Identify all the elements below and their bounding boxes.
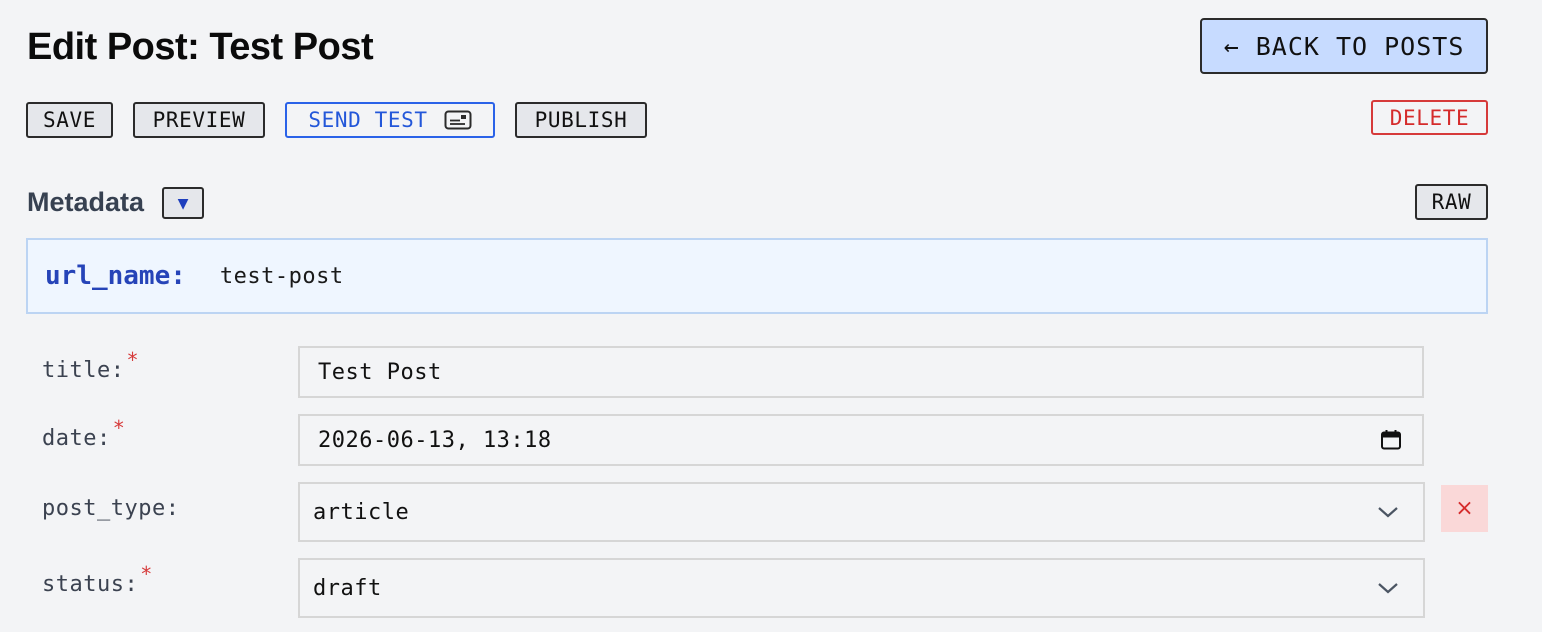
date-input-value: 2026-06-13, 13:18: [318, 427, 552, 453]
status-select-value: draft: [313, 575, 382, 601]
send-card-icon: [444, 110, 472, 130]
url-name-value: test-post: [219, 263, 344, 289]
chevron-down-icon: [1378, 507, 1398, 518]
back-to-posts-button[interactable]: ← BACK TO POSTS: [1200, 18, 1488, 74]
post-type-select[interactable]: article: [298, 482, 1425, 542]
title-label: title: *: [42, 348, 139, 383]
delete-button[interactable]: DELETE: [1371, 100, 1488, 135]
save-button[interactable]: SAVE: [26, 102, 113, 138]
edit-post-page: Edit Post: Test Post ← BACK TO POSTS SAV…: [0, 0, 1542, 632]
status-select[interactable]: draft: [298, 558, 1425, 618]
status-label-text: status:: [42, 572, 139, 597]
title-required-marker: *: [126, 348, 140, 372]
url-name-row: url_name: test-post: [26, 238, 1488, 314]
post-type-label: post_type:: [42, 496, 179, 521]
title-label-text: title:: [42, 358, 125, 383]
date-label-text: date:: [42, 426, 111, 451]
metadata-section-title: Metadata: [27, 187, 145, 217]
remove-post-type-button[interactable]: ×: [1441, 485, 1488, 532]
send-test-button[interactable]: SEND TEST: [285, 102, 495, 138]
raw-button[interactable]: RAW: [1415, 184, 1488, 220]
chevron-down-icon: [1378, 583, 1398, 594]
publish-button[interactable]: PUBLISH: [515, 102, 647, 138]
post-type-select-value: article: [313, 499, 410, 525]
calendar-icon[interactable]: [1380, 429, 1402, 451]
status-label: status: *: [42, 562, 153, 597]
date-input[interactable]: 2026-06-13, 13:18: [298, 414, 1424, 466]
title-input-value: Test Post: [318, 359, 442, 385]
send-test-label: SEND TEST: [308, 108, 428, 132]
page-title: Edit Post: Test Post: [27, 26, 374, 68]
metadata-toggle-button[interactable]: ▼: [162, 187, 204, 219]
url-name-key: url_name:: [45, 261, 186, 291]
date-label: date: *: [42, 416, 125, 451]
post-type-label-text: post_type:: [42, 496, 180, 521]
title-input[interactable]: Test Post: [298, 346, 1424, 398]
status-required-marker: *: [140, 562, 153, 586]
date-required-marker: *: [112, 416, 126, 440]
preview-button[interactable]: PREVIEW: [133, 102, 265, 138]
